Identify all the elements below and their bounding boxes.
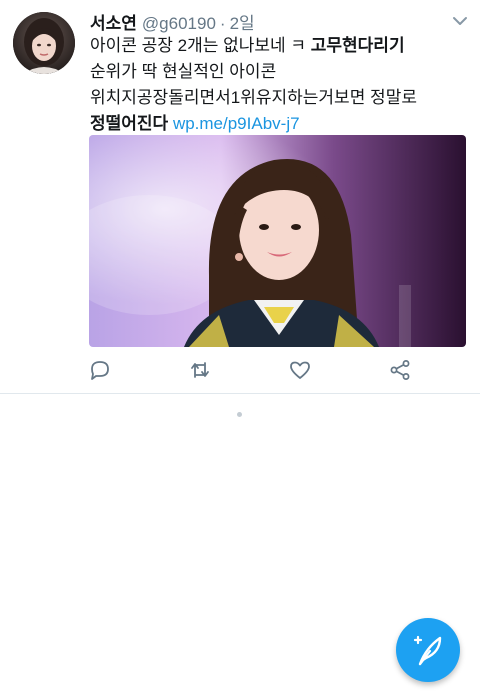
separator-dot: · (219, 14, 226, 33)
avatar[interactable] (13, 12, 75, 74)
profile-photo-icon (13, 12, 75, 74)
tweet-link[interactable]: wp.me/p9IAbv-j7 (173, 114, 300, 133)
photo-girl-on-stage-icon (89, 135, 466, 347)
user-handle[interactable]: @g60190 (142, 14, 216, 34)
tweet-text: 아이콘 공장 2개는 없나보네 ㅋ 고무현다리기 순위가 딱 현실적인 아이콘 … (90, 33, 468, 137)
tweet-actions (0, 355, 480, 385)
tweet-text-line-4: 정떨어진다 wp.me/p9IAbv-j7 (90, 111, 468, 137)
chevron-down-icon[interactable] (452, 14, 468, 26)
display-name[interactable]: 서소연 (90, 9, 137, 34)
tweet-text-line-1: 아이콘 공장 2개는 없나보네 ㅋ 고무현다리기 (90, 33, 468, 59)
tweet[interactable]: 서소연 @g60190 · 2일 아이콘 공장 2개는 없나보네 ㅋ 고무현다리… (0, 0, 480, 393)
timestamp[interactable]: 2일 (230, 9, 255, 34)
loading-indicator (237, 412, 242, 417)
tweet-header: 서소연 @g60190 · 2일 (90, 9, 255, 33)
tweet-text-line-3: 위치지공장돌리면서1위유지하는거보면 정말로 (90, 88, 417, 107)
heart-icon[interactable] (289, 359, 311, 381)
compose-tweet-button[interactable] (396, 618, 460, 682)
share-icon[interactable] (389, 359, 411, 381)
reply-icon[interactable] (89, 359, 111, 381)
tweet-text-bold-segment: 정떨어진다 (90, 114, 169, 133)
tweet-text-line-2: 순위가 딱 현실적인 아이콘 (90, 62, 277, 81)
divider (0, 393, 480, 394)
tweet-text-segment: 아이콘 공장 2개는 없나보네 ㅋ (90, 36, 311, 55)
retweet-icon[interactable] (189, 359, 211, 381)
timeline: 서소연 @g60190 · 2일 아이콘 공장 2개는 없나보네 ㅋ 고무현다리… (0, 0, 480, 700)
tweet-media-image[interactable] (89, 135, 466, 347)
compose-tweet-icon (413, 635, 442, 666)
tweet-text-bold-segment: 고무현다리기 (310, 36, 405, 55)
